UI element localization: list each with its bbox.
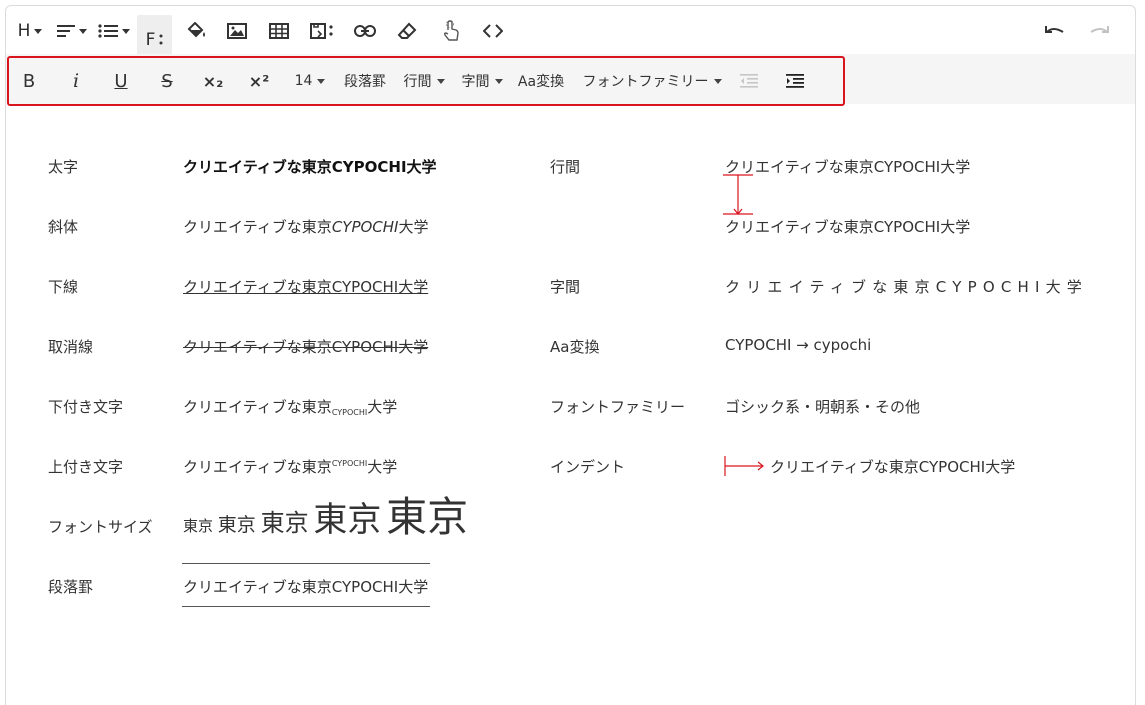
sample-superscript-small: CYPOCHI: [331, 459, 368, 468]
hand-pointer-icon: [443, 20, 459, 41]
label-underline: 下線: [48, 278, 79, 296]
sample-italic-word: CYPOCHI: [331, 218, 399, 236]
sample-italic: クリエイティブな東京CYPOCHI大学: [183, 216, 429, 237]
label-strike: 取消線: [48, 338, 94, 356]
image-icon: [227, 23, 247, 39]
dots-icon: [159, 34, 163, 45]
sample-letter-spacing: クリエイティブな東京CYPOCHI大学: [725, 278, 1089, 296]
undo-icon: [1045, 26, 1064, 33]
tap-button[interactable]: [436, 15, 466, 47]
redo-icon: [1090, 26, 1109, 33]
sample-subscript-after: 大学: [367, 398, 398, 416]
label-line-height: 行間: [550, 158, 581, 176]
clear-format-button[interactable]: [392, 15, 422, 47]
label-italic: 斜体: [48, 218, 79, 236]
format-toggle-button[interactable]: F: [137, 15, 172, 55]
line-height-arrow-icon: [723, 174, 753, 215]
link-icon: [354, 25, 376, 37]
sample-paragraph-rule: クリエイティブな東京CYPOCHI大学: [183, 578, 429, 596]
undo-button[interactable]: [1040, 15, 1070, 47]
font-size-sample-1: 東京: [183, 517, 214, 535]
sample-bold: クリエイティブな東京CYPOCHI大学: [183, 158, 437, 176]
align-icon: [57, 25, 75, 37]
list-icon: [98, 24, 118, 38]
heading-icon: H: [17, 21, 31, 41]
format-icon: F: [145, 30, 156, 50]
sample-italic-after: 大学: [398, 218, 429, 236]
label-bold: 太字: [48, 158, 79, 176]
insert-table-button[interactable]: [264, 15, 294, 47]
eraser-icon: [397, 22, 417, 39]
sample-italic-before: クリエイティブな東京: [183, 218, 332, 236]
fill-color-button[interactable]: [182, 15, 212, 47]
sample-line-height-2: クリエイティブな東京CYPOCHI大学: [725, 218, 971, 236]
chevron-down-icon: [34, 28, 43, 34]
sample-superscript-before: クリエイティブな東京: [183, 458, 332, 476]
sample-superscript: クリエイティブな東京CYPOCHI大学: [183, 456, 397, 477]
heading-button[interactable]: H: [12, 15, 48, 47]
sample-line-height-1: クリエイティブな東京CYPOCHI大学: [725, 158, 971, 176]
rich-text-editor: H F B i U S ×₂ ×² 14 段落罫 行間 字間 Aa変換 フォント…: [5, 5, 1136, 705]
format-toolbar-highlight: [7, 56, 845, 106]
label-font-size: フォントサイズ: [48, 518, 153, 536]
chevron-down-icon: [79, 28, 87, 34]
sample-font-size: 東京 東京 東京 東京 東京: [183, 493, 468, 550]
code-view-button[interactable]: [478, 15, 508, 47]
font-size-sample-2: 東京: [217, 514, 256, 536]
label-superscript: 上付き文字: [48, 458, 124, 476]
font-size-sample-4: 東京: [313, 500, 382, 540]
label-letter-spacing: 字間: [550, 278, 581, 296]
font-size-sample-5: 東京: [386, 493, 469, 541]
gallery-icon: [310, 23, 333, 39]
table-icon: [269, 23, 289, 39]
paragraph-rule-bottom: [182, 606, 430, 607]
chevron-down-icon: [122, 28, 130, 34]
main-toolbar: H F: [6, 6, 1135, 55]
sample-underline: クリエイティブな東京CYPOCHI大学: [183, 278, 429, 296]
paint-bucket-icon: [187, 22, 205, 38]
list-button[interactable]: [96, 15, 132, 47]
sample-indent: クリエイティブな東京CYPOCHI大学: [770, 458, 1016, 476]
label-indent: インデント: [550, 458, 626, 476]
font-size-sample-3: 東京: [260, 509, 309, 537]
label-case: Aa変換: [550, 338, 600, 356]
redo-button[interactable]: [1084, 15, 1114, 47]
sample-subscript-before: クリエイティブな東京: [183, 398, 332, 416]
label-subscript: 下付き文字: [48, 398, 124, 416]
insert-link-button[interactable]: [350, 15, 380, 47]
insert-image-button[interactable]: [222, 15, 252, 47]
label-paragraph-rule: 段落罫: [48, 578, 94, 596]
sample-strike: クリエイティブな東京CYPOCHI大学: [183, 338, 429, 356]
sample-subscript-small: CYPOCHI: [331, 408, 368, 417]
indent-arrow-icon: [724, 456, 764, 476]
label-font-family: フォントファミリー: [550, 398, 686, 416]
insert-gallery-button[interactable]: [306, 15, 338, 47]
sample-font-family: ゴシック系・明朝系・その他: [725, 398, 921, 416]
sample-case: CYPOCHI → cypochi: [725, 336, 872, 354]
sample-subscript: クリエイティブな東京CYPOCHI大学: [183, 396, 397, 417]
paragraph-rule-top: [182, 563, 430, 564]
sample-superscript-after: 大学: [367, 458, 398, 476]
align-button[interactable]: [54, 15, 90, 47]
code-icon: [483, 24, 503, 38]
